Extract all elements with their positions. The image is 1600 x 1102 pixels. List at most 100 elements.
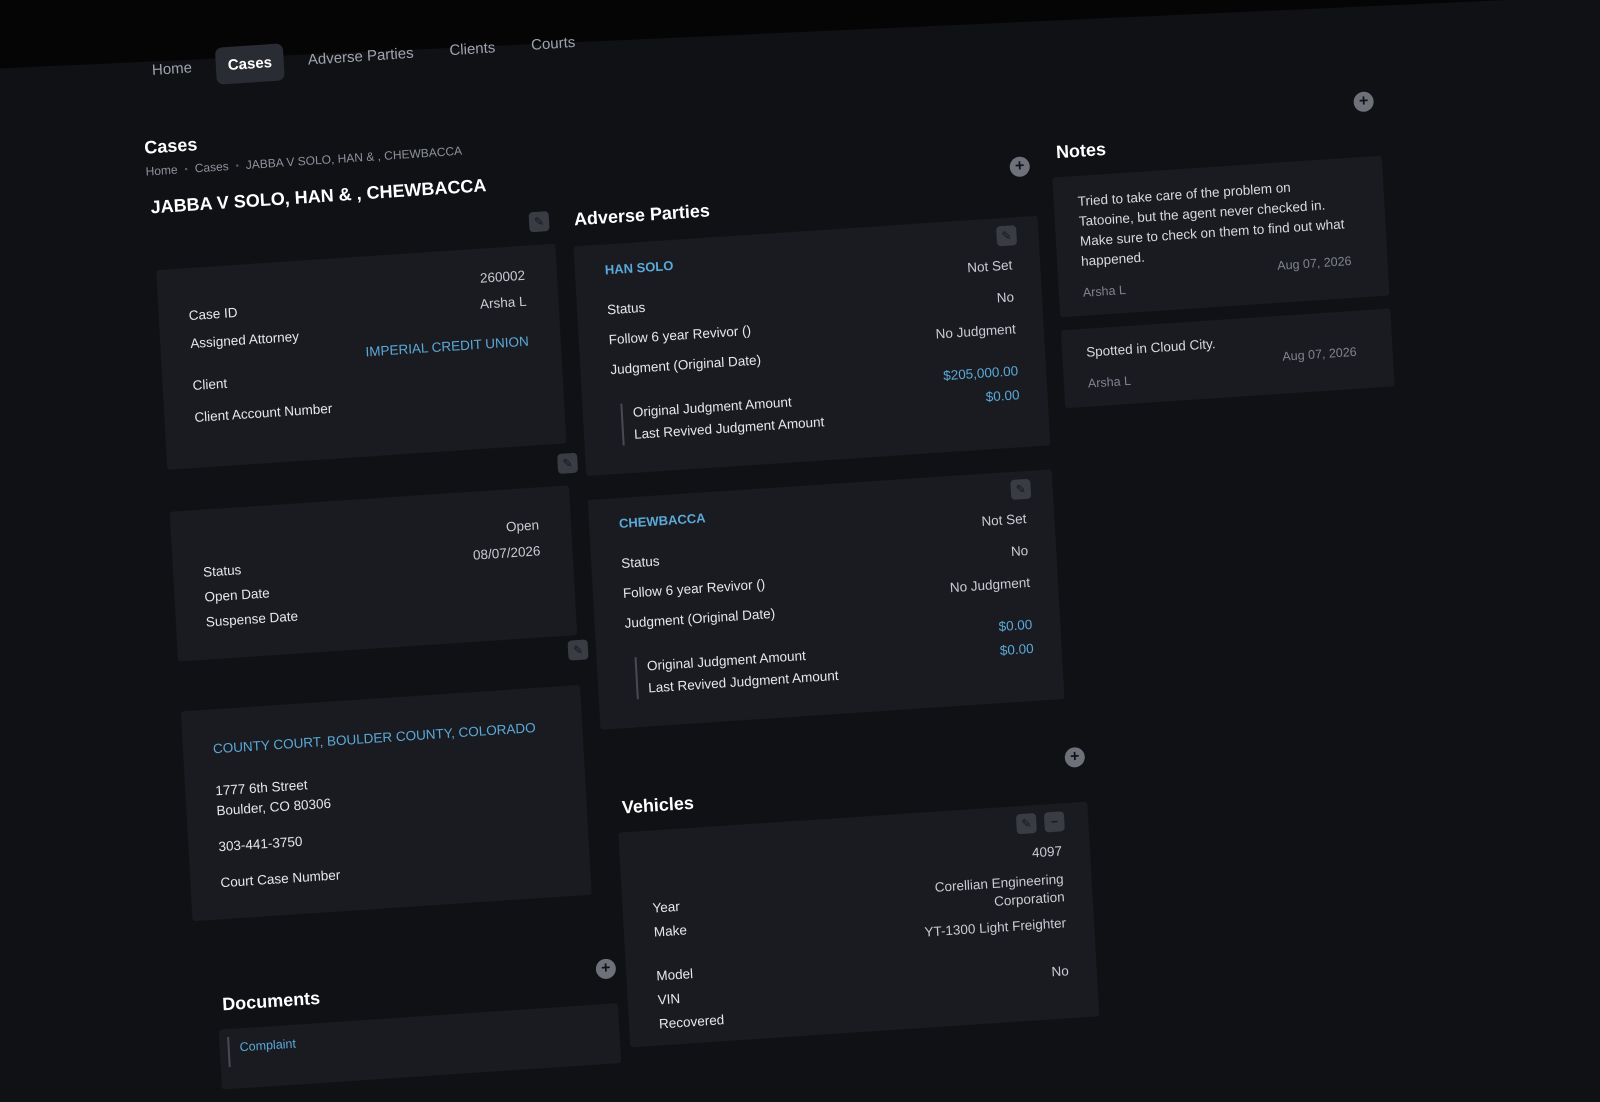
vehicle-model-value: YT-1300 Light Freighter [924,915,1067,940]
note-text-line: Spotted in Cloud City. [1085,336,1216,360]
documents-card: Complaint [218,1003,622,1090]
original-judgment-amount-label: Original Judgment Amount [646,647,807,674]
status-label: Status [202,562,242,580]
adverse-party-card: ✎ CHEWBACCA Status Follow 6 year Revivor… [587,469,1065,730]
party-revivor-label: Follow 6 year Revivor () [622,576,766,601]
add-document-button[interactable]: + [595,958,617,980]
court-address-line1: 1777 6th Street [214,777,308,799]
add-adverse-party-button[interactable]: + [1009,156,1031,178]
edit-court-button[interactable]: ✎ [567,639,589,661]
party-revivor-value: No [1010,542,1029,560]
nav-cases[interactable]: Cases [214,43,285,85]
note-card: Spotted in Cloud City. Arsha L Aug 07, 2… [1060,308,1395,409]
note-author: Arsha L [1082,282,1127,300]
assigned-attorney-value: Arsha L [479,293,527,312]
adverse-party-name-link[interactable]: CHEWBACCA [619,510,706,531]
status-card: Status Open Date Suspense Date Open 08/0… [169,485,578,662]
party-judgment-value: No Judgment [935,321,1017,342]
open-date-label: Open Date [204,585,271,605]
pencil-icon: ✎ [533,214,545,230]
pencil-icon: ✎ [562,456,574,471]
party-status-label: Status [620,553,660,571]
adverse-party-name-link[interactable]: HAN SOLO [604,258,673,278]
last-revived-judgment-amount-value: $0.00 [999,640,1035,659]
document-item-bar [227,1036,231,1068]
pencil-icon: ✎ [1001,228,1012,244]
vehicle-recovered-label: Recovered [658,1012,725,1032]
edit-adverse-party-button[interactable]: ✎ [1010,478,1032,500]
breadcrumb-current: JABBA V SOLO, HAN & , CHEWBACCA [245,143,463,173]
court-card: COUNTY COURT, BOULDER COUNTY, COLORADO 1… [180,684,592,922]
nav-clients[interactable]: Clients [436,28,508,70]
original-judgment-amount-label: Original Judgment Amount [632,394,793,420]
add-note-button[interactable]: + [1353,91,1375,113]
party-revivor-label: Follow 6 year Revivor () [608,322,752,348]
page-title: Cases [143,134,198,158]
note-text-line: happened. [1080,249,1146,269]
document-item-complaint[interactable]: Complaint [239,1037,296,1055]
adverse-party-card: ✎ HAN SOLO Status Follow 6 year Revivor … [573,215,1051,477]
court-phone: 303-441-3750 [218,833,303,855]
pencil-icon: ✎ [572,642,584,658]
judgment-amounts-bar [620,403,625,446]
party-revivor-value: No [996,289,1015,306]
nav-adverse-parties[interactable]: Adverse Parties [295,34,427,80]
last-revived-judgment-amount-label: Last Revived Judgment Amount [633,414,825,442]
page-content: Home Cases Adverse Parties Clients Court… [0,0,1600,1090]
nav-courts[interactable]: Courts [518,23,588,64]
plus-icon: + [600,959,611,978]
party-judgment-label: Judgment (Original Date) [624,605,776,631]
judgment-amounts-bar [634,657,639,700]
breadcrumb-cases[interactable]: Cases [194,159,229,175]
client-label: Client [192,375,228,393]
minus-icon: − [1050,814,1059,830]
plus-icon: + [1069,748,1080,766]
edit-case-info-button[interactable]: ✎ [528,211,550,233]
edit-status-button[interactable]: ✎ [557,452,579,474]
vehicle-year-value: 4097 [1031,843,1063,861]
vehicle-model-label: Model [655,966,694,984]
add-vehicle-button[interactable]: + [1064,746,1086,768]
plus-icon: + [1358,92,1369,111]
party-status-value: Not Set [966,257,1013,276]
note-card: Tried to take care of the problem on Tat… [1052,155,1390,318]
case-id-label: Case ID [188,304,238,324]
note-date: Aug 07, 2026 [1281,344,1357,364]
original-judgment-amount-value: $205,000.00 [942,363,1019,384]
note-author: Arsha L [1087,373,1132,391]
court-address-line2: Boulder, CO 80306 [216,795,332,819]
party-status-value: Not Set [981,511,1027,530]
breadcrumb-home[interactable]: Home [145,163,178,179]
suspense-date-label: Suspense Date [205,608,299,630]
party-judgment-value: No Judgment [949,574,1031,596]
client-account-number-label: Client Account Number [194,400,333,425]
pencil-icon: ✎ [1015,482,1027,497]
court-case-number-label: Court Case Number [220,867,341,891]
vehicle-card: ✎ − Year Make Model VIN Recovered 4097 C… [618,801,1100,1048]
documents-heading: Documents [221,987,321,1015]
court-name-link[interactable]: COUNTY COURT, BOULDER COUNTY, COLORADO [213,720,536,756]
nav-home[interactable]: Home [139,49,205,90]
pencil-icon: ✎ [1021,816,1032,832]
plus-icon: + [1014,157,1025,176]
vehicle-make-label: Make [653,922,688,940]
vehicle-vin-label: VIN [657,991,681,1008]
party-status-label: Status [606,299,646,318]
client-link[interactable]: IMPERIAL CREDIT UNION [365,334,529,360]
edit-adverse-party-button[interactable]: ✎ [996,225,1018,247]
status-value: Open [505,517,540,535]
vehicles-heading: Vehicles [621,792,695,818]
note-date: Aug 07, 2026 [1276,253,1352,273]
assigned-attorney-label: Assigned Attorney [189,328,300,352]
adverse-parties-heading: Adverse Parties [573,200,711,230]
original-judgment-amount-value: $0.00 [998,616,1033,635]
vehicle-year-label: Year [652,898,681,916]
notes-heading: Notes [1055,138,1107,163]
vehicle-make-value-line2: Corporation [993,889,1065,909]
open-date-value: 08/07/2026 [472,543,541,563]
vehicle-recovered-value: No [1051,963,1070,980]
edit-vehicle-button[interactable]: ✎ [1015,813,1037,835]
case-info-card: Case ID Assigned Attorney Client Client … [156,243,567,470]
case-id-value: 260002 [479,267,526,286]
remove-vehicle-button[interactable]: − [1043,811,1065,833]
